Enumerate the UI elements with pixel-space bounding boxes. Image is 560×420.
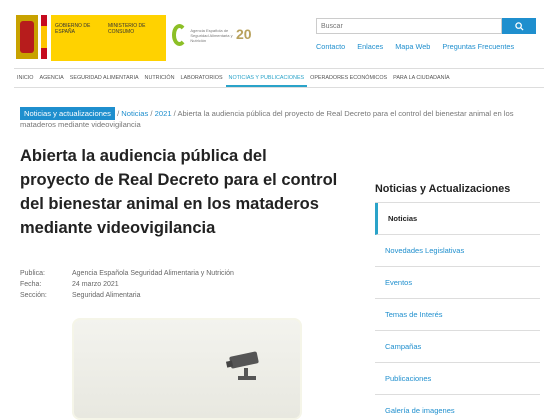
cctv-camera-icon (225, 351, 259, 380)
top-links: Contacto Enlaces Mapa Web Preguntas Frec… (316, 42, 540, 51)
link-faq[interactable]: Preguntas Frecuentes (442, 42, 514, 51)
aesan-text: Agencia Española de Seguridad Alimentari… (190, 27, 233, 43)
nav-inicio[interactable]: Inicio (14, 69, 36, 87)
breadcrumb: Noticias y actualizaciones / Noticias / … (20, 107, 514, 129)
breadcrumb-noticias[interactable]: Noticias (121, 109, 148, 118)
sidebar-item-eventos[interactable]: Eventos (375, 267, 540, 299)
meta-value: Seguridad Alimentaria (72, 292, 141, 299)
gov-label: Gobierno de España Ministerio de Consumo (51, 15, 166, 61)
search-button[interactable] (502, 18, 536, 34)
meta-value: Agencia Española Seguridad Alimentaria y… (72, 270, 234, 277)
sidebar-item-temas[interactable]: Temas de Interés (375, 299, 540, 331)
flag-icon (41, 15, 47, 59)
article-meta: Publica: Agencia Española Seguridad Alim… (20, 268, 340, 301)
sidebar-item-novedades[interactable]: Novedades Legislativas (375, 235, 540, 267)
nav-seguridad-alimentaria[interactable]: Seguridad Alimentaria (67, 69, 142, 87)
coat-of-arms-icon (16, 15, 38, 59)
anniversary-logo: 20 (236, 26, 252, 42)
sidebar-item-publicaciones[interactable]: Publicaciones (375, 363, 540, 395)
aesan-mark-icon (172, 24, 188, 46)
link-enlaces[interactable]: Enlaces (357, 42, 383, 51)
nav-laboratorios[interactable]: Laboratorios (178, 69, 226, 87)
article-image (72, 318, 302, 420)
meta-row: Fecha: 24 marzo 2021 (20, 279, 340, 290)
meta-row: Publica: Agencia Española Seguridad Alim… (20, 268, 340, 279)
search-bar (316, 18, 536, 34)
aesan-logo[interactable]: Agencia Española de Seguridad Alimentari… (172, 22, 242, 48)
meta-row: Sección: Seguridad Alimentaria (20, 290, 340, 301)
breadcrumb-year[interactable]: 2021 (155, 109, 172, 118)
nav-nutricion[interactable]: Nutrición (142, 69, 178, 87)
meta-key: Fecha: (20, 281, 42, 288)
sidebar-menu: Noticias Novedades Legislativas Eventos … (375, 202, 540, 420)
nav-operadores[interactable]: Operadores económicos (307, 69, 390, 87)
meta-value: 24 marzo 2021 (72, 281, 119, 288)
meta-key: Sección: (20, 292, 47, 299)
nav-ciudadania[interactable]: Para la ciudadanía (390, 69, 453, 87)
gov-line1: Gobierno de España (55, 23, 91, 35)
breadcrumb-home[interactable]: Noticias y actualizaciones (20, 107, 115, 120)
nav-noticias[interactable]: Noticias y publicaciones (225, 69, 308, 87)
link-mapa-web[interactable]: Mapa Web (395, 42, 430, 51)
link-contacto[interactable]: Contacto (316, 42, 345, 51)
gov-line2: Ministerio de Consumo (108, 23, 146, 35)
site-header: Gobierno de España Ministerio de Consumo… (0, 0, 560, 64)
sidebar-item-campanas[interactable]: Campañas (375, 331, 540, 363)
page-title: Abierta la audiencia pública del proyect… (20, 147, 338, 237)
sidebar-title: Noticias y Actualizaciones (375, 183, 511, 195)
search-icon (514, 21, 524, 31)
sidebar-item-galeria[interactable]: Galería de imagenes (375, 395, 540, 420)
sidebar-item-noticias[interactable]: Noticias (375, 203, 540, 235)
meta-key: Publica: (20, 270, 45, 277)
search-input[interactable] (316, 18, 502, 34)
gobierno-logo[interactable]: Gobierno de España Ministerio de Consumo (16, 15, 166, 61)
nav-agencia[interactable]: Agencia (36, 69, 66, 87)
main-nav: Inicio Agencia Seguridad Alimentaria Nut… (14, 68, 544, 88)
